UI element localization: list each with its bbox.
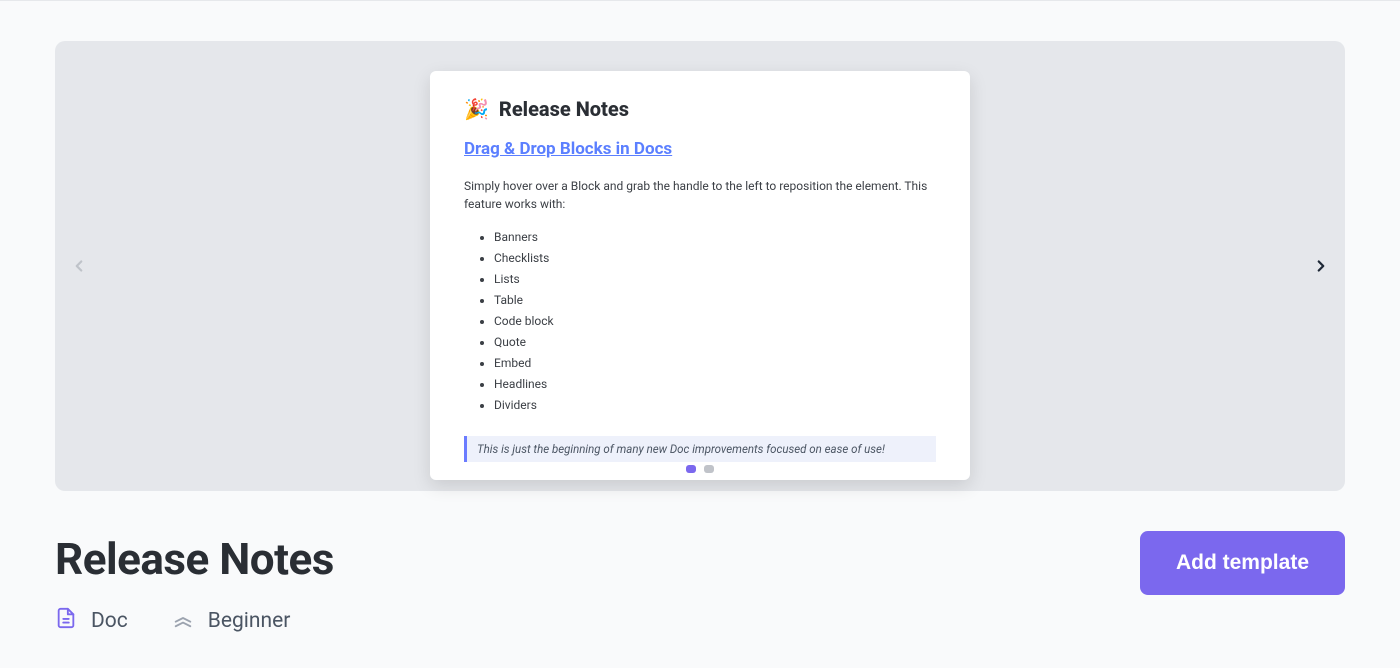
carousel-dot-1[interactable] <box>686 465 696 473</box>
level-icon <box>172 607 194 635</box>
list-item: Quote <box>494 332 936 353</box>
party-popper-icon: 🎉 <box>464 97 489 121</box>
template-preview-card: 🎉 Release Notes Drag & Drop Blocks in Do… <box>430 71 970 480</box>
carousel-dot-2[interactable] <box>704 465 714 473</box>
list-item: Lists <box>494 269 936 290</box>
preview-subtitle-link[interactable]: Drag & Drop Blocks in Docs <box>464 139 936 159</box>
doc-icon <box>55 607 77 635</box>
add-template-button[interactable]: Add template <box>1140 531 1345 595</box>
carousel-prev-button[interactable] <box>65 252 93 280</box>
meta-level: Beginner <box>172 607 291 635</box>
preview-list: Banners Checklists Lists Table Code bloc… <box>464 227 936 416</box>
meta-type-label: Doc <box>91 609 128 633</box>
preview-callout: This is just the beginning of many new D… <box>464 436 936 462</box>
carousel-dots <box>686 465 714 473</box>
meta-level-label: Beginner <box>208 609 291 633</box>
list-item: Code block <box>494 311 936 332</box>
preview-title: Release Notes <box>499 97 629 121</box>
list-item: Embed <box>494 353 936 374</box>
preview-paragraph: Simply hover over a Block and grab the h… <box>464 177 936 213</box>
list-item: Headlines <box>494 374 936 395</box>
meta-type: Doc <box>55 607 128 635</box>
list-item: Checklists <box>494 248 936 269</box>
list-item: Dividers <box>494 395 936 416</box>
list-item: Banners <box>494 227 936 248</box>
template-carousel: 🎉 Release Notes Drag & Drop Blocks in Do… <box>55 41 1345 491</box>
list-item: Table <box>494 290 936 311</box>
carousel-next-button[interactable] <box>1307 252 1335 280</box>
page-title: Release Notes <box>55 533 334 585</box>
